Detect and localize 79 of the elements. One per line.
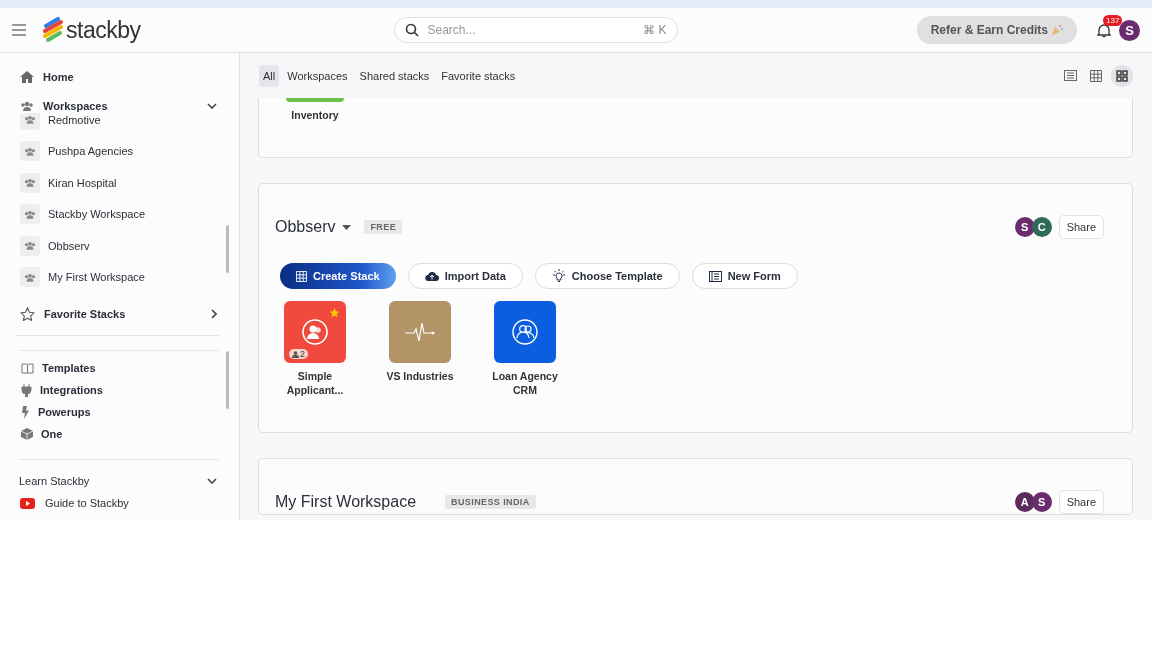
workspace-item[interactable]: Pushpa Agencies: [0, 135, 239, 167]
search-icon: [405, 23, 420, 37]
sidebar-link[interactable]: One: [0, 423, 239, 445]
person-icon: [292, 350, 299, 358]
tile-view-button[interactable]: [1111, 64, 1133, 87]
shared-count: 2: [300, 349, 305, 359]
member-avatar: C: [1031, 217, 1052, 237]
star-icon: [20, 307, 35, 321]
menu-icon[interactable]: [12, 24, 26, 36]
filter-tab[interactable]: Shared stacks: [355, 64, 434, 87]
filter-tab[interactable]: Favorite stacks: [437, 64, 520, 87]
team-icon: [20, 267, 40, 288]
workspace-item[interactable]: Obbserv: [0, 230, 239, 262]
plug-icon: [21, 383, 32, 397]
stack-name: Loan Agency CRM: [491, 369, 559, 397]
book-icon: [21, 362, 34, 374]
grid-icon: [1090, 69, 1102, 82]
stack-tile[interactable]: [286, 98, 344, 102]
people-icon: [512, 319, 538, 345]
logo-text: stackby: [66, 16, 141, 44]
heartbeat-icon: [405, 322, 435, 342]
stack-tile[interactable]: 2: [284, 301, 346, 363]
video-play-icon: [20, 497, 35, 509]
cloud-upload-icon: [424, 271, 439, 281]
caret-icon[interactable]: [342, 224, 352, 230]
sidebar-link[interactable]: Templates: [0, 357, 239, 379]
guide-link[interactable]: Guide to Stackby: [0, 492, 239, 514]
share-button[interactable]: Share: [1058, 215, 1104, 239]
list-icon: [1063, 70, 1077, 81]
plan-tag: BUSINESS INDIA: [445, 495, 536, 509]
create-button[interactable]: Create Stack: [280, 263, 396, 289]
sidebar-link[interactable]: Powerups: [0, 401, 239, 423]
workspace-item[interactable]: Redmotive: [0, 113, 239, 136]
form-icon: [708, 270, 722, 282]
form-button[interactable]: New Form: [691, 263, 798, 289]
workspace-name: Obbserv: [275, 218, 336, 236]
workspace-item[interactable]: My First Workspace: [0, 261, 239, 293]
team-icon: [20, 204, 40, 225]
stack-tile[interactable]: [494, 301, 556, 363]
cube-icon: [21, 428, 33, 440]
home-link[interactable]: Home: [0, 70, 239, 84]
workspace-item[interactable]: Stackby Workspace: [0, 198, 239, 230]
notification-count: 137: [1103, 14, 1123, 26]
plan-tag: FREE: [364, 220, 403, 234]
member-avatar: S: [1014, 217, 1035, 237]
sidebar-link[interactable]: Integrations: [0, 379, 239, 401]
grid-icon: [296, 270, 307, 282]
stack-name: Simple Applicant...: [285, 369, 345, 397]
shortcut-hint: ⌘ K: [643, 23, 667, 37]
workspaces-section[interactable]: Workspaces: [0, 99, 239, 113]
share-button[interactable]: Share: [1058, 490, 1104, 514]
learn-section[interactable]: Learn Stackby: [0, 474, 239, 488]
member-avatar: S: [1031, 492, 1052, 512]
team-icon: [20, 172, 40, 193]
import-button[interactable]: Import Data: [407, 263, 523, 289]
filter-tab[interactable]: All: [259, 64, 280, 87]
people-icon: [302, 319, 328, 345]
refer-button[interactable]: Refer & Earn Credits: [916, 16, 1077, 44]
bolt-icon: [21, 405, 30, 419]
workspace-name: My First Workspace: [275, 493, 417, 511]
team-icon: [20, 141, 40, 162]
stack-tile[interactable]: [389, 301, 451, 363]
team-icon: [20, 235, 40, 256]
user-avatar[interactable]: S: [1119, 19, 1140, 41]
team-icon: [20, 101, 34, 111]
stack-name: VS Industries: [386, 369, 454, 383]
team-icon: [20, 113, 40, 130]
stack-name: Inventory: [291, 108, 339, 122]
logo-icon: [42, 17, 64, 43]
member-avatar: A: [1014, 492, 1035, 512]
lightbulb-icon: [551, 269, 566, 283]
party-popper-icon: [1051, 24, 1063, 36]
bell-icon[interactable]: [1097, 22, 1111, 38]
template-button[interactable]: Choose Template: [534, 263, 680, 289]
workspace-item[interactable]: Kiran Hospital: [0, 167, 239, 199]
tiles-icon: [1116, 69, 1128, 82]
filter-tab[interactable]: Workspaces: [283, 64, 352, 87]
favorite-stacks-section[interactable]: Favorite Stacks: [0, 307, 239, 321]
home-icon: [20, 71, 34, 83]
